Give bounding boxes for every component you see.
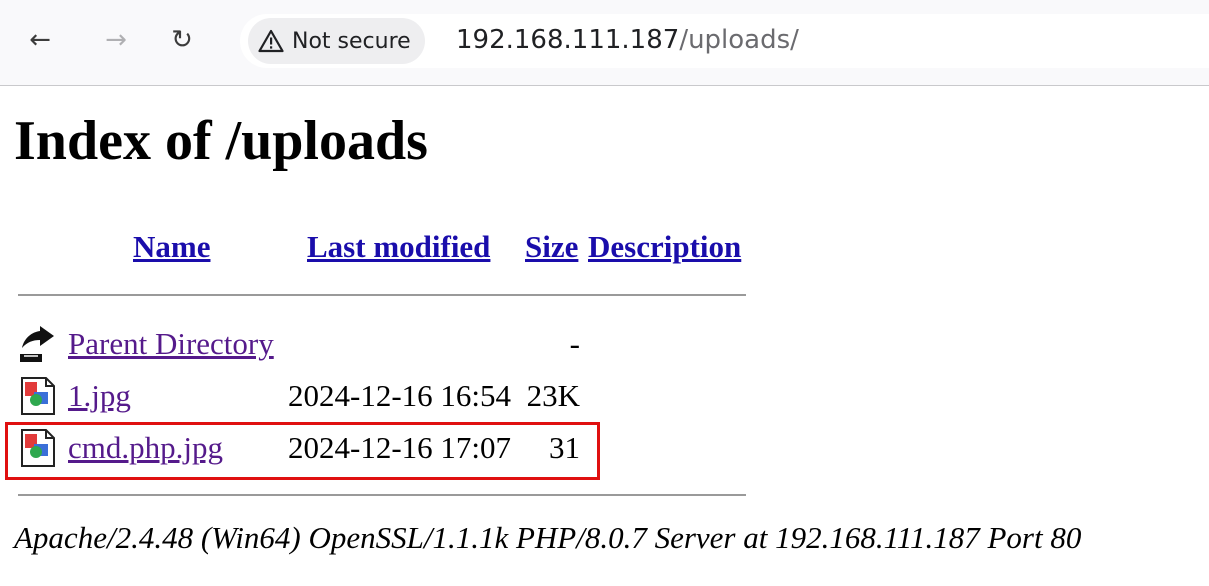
- url-path: /uploads/: [679, 25, 799, 55]
- back-folder-icon: [20, 326, 54, 362]
- page-title: Index of /uploads: [14, 110, 428, 172]
- column-header-size: Size: [525, 228, 578, 266]
- table-row: 1.jpg 2024-12-16 16:54 23K: [0, 372, 760, 420]
- bottom-divider: [18, 494, 746, 496]
- security-chip[interactable]: Not secure: [248, 18, 425, 64]
- sort-by-description-link[interactable]: Description: [588, 229, 741, 264]
- file-link[interactable]: 1.jpg: [68, 372, 131, 420]
- image-file-icon: [21, 377, 55, 415]
- sort-by-name-link[interactable]: Name: [133, 229, 210, 264]
- reload-icon[interactable]: ↻: [164, 22, 200, 58]
- browser-toolbar: ← → ↻ Not secure 192.168.111.187/uploads…: [0, 0, 1209, 86]
- parent-size: -: [569, 326, 580, 361]
- url-host: 192.168.111.187: [456, 25, 680, 55]
- file-size: 23K: [526, 378, 580, 413]
- column-header-last-modified: Last modified: [307, 228, 490, 266]
- warning-triangle-icon: [258, 29, 284, 53]
- column-header-name: Name: [133, 228, 210, 266]
- sort-by-size-link[interactable]: Size: [525, 229, 578, 264]
- file-modified: 2024-12-16 16:54: [288, 378, 512, 413]
- forward-arrow-icon[interactable]: →: [98, 22, 134, 58]
- table-row-parent: Parent Directory -: [0, 320, 760, 368]
- highlight-box: [5, 422, 600, 480]
- parent-directory-link[interactable]: Parent Directory: [68, 320, 274, 368]
- server-signature: Apache/2.4.48 (Win64) OpenSSL/1.1.1k PHP…: [14, 520, 1082, 555]
- back-arrow-icon[interactable]: ←: [22, 22, 58, 58]
- sort-by-last-modified-link[interactable]: Last modified: [307, 229, 490, 264]
- url-text[interactable]: 192.168.111.187/uploads/: [456, 22, 799, 58]
- column-header-description: Description: [588, 228, 741, 266]
- top-divider: [18, 294, 746, 296]
- security-label: Not secure: [292, 28, 411, 54]
